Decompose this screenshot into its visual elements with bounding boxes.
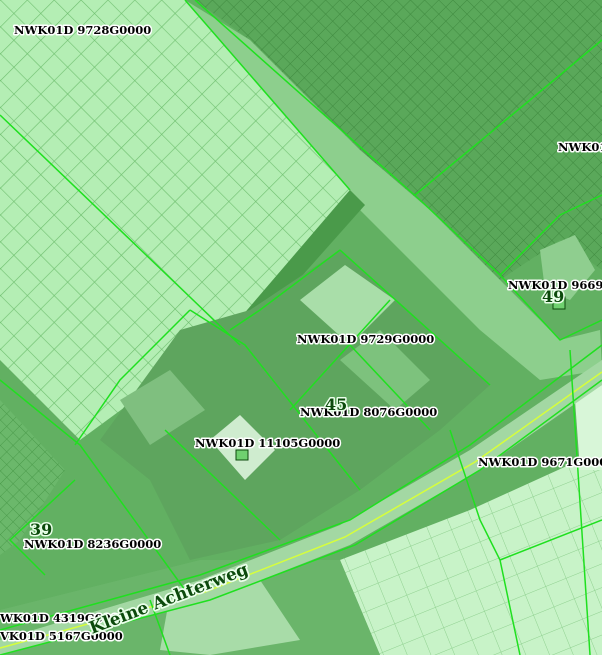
parcel-label-9729[interactable]: NWK01D 9729G0000 bbox=[296, 331, 436, 348]
parcel-label-9728[interactable]: NWK01D 9728G0000 bbox=[13, 22, 153, 39]
parcel-label-9671[interactable]: NWK01D 9671G0000 bbox=[477, 454, 602, 471]
address-marker-11105 bbox=[235, 449, 249, 461]
parcel-label-8076[interactable]: NWK01D 8076G0000 bbox=[299, 404, 439, 421]
house-number-39: 39 bbox=[30, 520, 52, 539]
cadastral-map[interactable]: NWK01D 9728G0000 NWK01 NWK01D 9669G NWK0… bbox=[0, 0, 602, 655]
parcel-label-11105[interactable]: NWK01D 11105G0000 bbox=[194, 435, 342, 452]
house-number-45: 45 bbox=[325, 395, 347, 414]
map-canvas[interactable]: NWK01D 9728G0000 NWK01 NWK01D 9669G NWK0… bbox=[0, 0, 602, 655]
parcel-label-8236[interactable]: NWK01D 8236G0000 bbox=[23, 536, 163, 553]
parcel-label-nwk01[interactable]: NWK01 bbox=[557, 139, 602, 156]
house-number-49: 49 bbox=[542, 287, 564, 306]
